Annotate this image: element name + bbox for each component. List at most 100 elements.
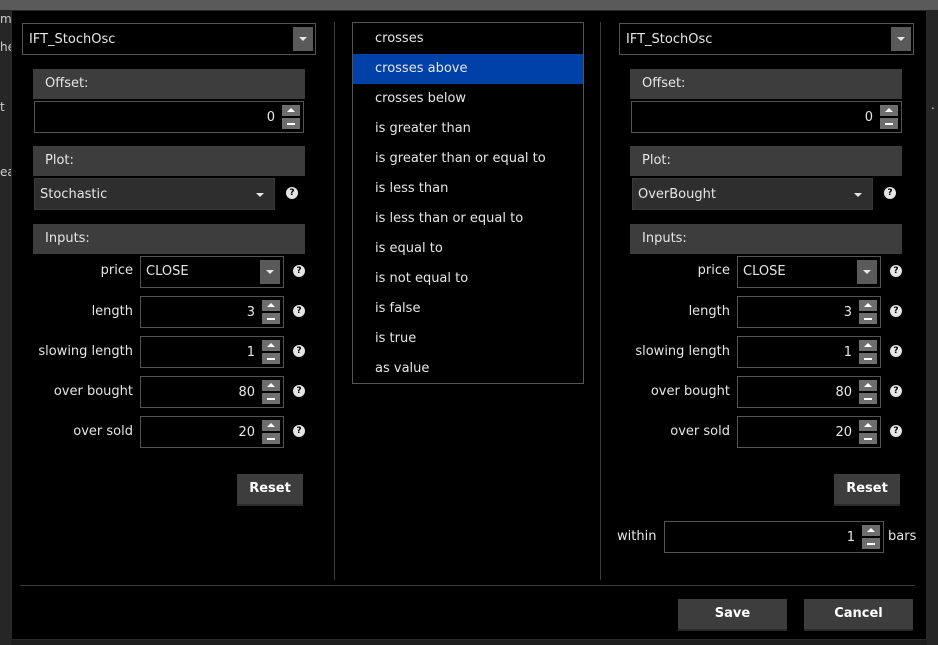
increment-icon[interactable] xyxy=(262,380,280,391)
right-offset-header: Offset: xyxy=(630,69,902,99)
left-over-bought-input[interactable]: 80 xyxy=(140,376,284,408)
help-icon[interactable]: ? xyxy=(890,425,902,437)
increment-icon[interactable] xyxy=(859,420,877,431)
field-value: 80 xyxy=(238,385,255,400)
condition-list[interactable]: crosses crosses above crosses below is g… xyxy=(352,22,584,384)
list-item[interactable]: crosses below xyxy=(353,84,583,114)
dropdown-button[interactable] xyxy=(891,27,911,51)
right-slowing-length-input[interactable]: 1 xyxy=(737,336,881,368)
help-icon[interactable]: ? xyxy=(890,385,902,397)
right-study-select[interactable]: IFT_StochOsc xyxy=(619,23,914,55)
dropdown-button[interactable] xyxy=(260,260,280,284)
list-item[interactable]: is not equal to xyxy=(353,264,583,294)
left-study-value: IFT_StochOsc xyxy=(29,32,116,47)
help-icon[interactable]: ? xyxy=(884,187,896,199)
list-item[interactable]: is less than xyxy=(353,174,583,204)
divider xyxy=(20,585,915,586)
help-icon[interactable]: ? xyxy=(890,345,902,357)
dropdown-button[interactable] xyxy=(293,27,313,51)
within-spinner[interactable] xyxy=(862,525,880,549)
length-spinner[interactable] xyxy=(859,300,877,324)
oversold-spinner[interactable] xyxy=(859,420,877,444)
price-label: price xyxy=(100,263,133,278)
increment-icon[interactable] xyxy=(859,340,877,351)
left-inputs-header: Inputs: xyxy=(33,224,305,254)
list-item[interactable]: is false xyxy=(353,294,583,324)
dropdown-button[interactable] xyxy=(857,260,877,284)
list-item[interactable]: is equal to xyxy=(353,234,583,264)
list-item[interactable]: is greater than xyxy=(353,114,583,144)
list-item[interactable]: as value xyxy=(353,354,583,384)
right-reset-button[interactable]: Reset xyxy=(834,474,900,506)
left-price-select[interactable]: CLOSE xyxy=(140,256,284,288)
overbought-spinner[interactable] xyxy=(859,380,877,404)
help-icon[interactable]: ? xyxy=(890,305,902,317)
right-offset-input[interactable]: 0 xyxy=(631,101,902,133)
decrement-icon[interactable] xyxy=(859,313,877,324)
left-offset-input[interactable]: 0 xyxy=(34,101,304,133)
right-price-select[interactable]: CLOSE xyxy=(737,256,881,288)
item-label: crosses below xyxy=(375,91,467,106)
offset-spinner[interactable] xyxy=(880,105,898,129)
list-item-selected[interactable]: crosses above xyxy=(353,54,583,84)
decrement-icon[interactable] xyxy=(282,118,300,129)
chevron-down-icon xyxy=(863,270,871,274)
decrement-icon[interactable] xyxy=(262,313,280,324)
help-icon[interactable]: ? xyxy=(293,425,305,437)
help-icon[interactable]: ? xyxy=(890,265,902,277)
left-plot-select[interactable]: Stochastic xyxy=(34,178,275,210)
field-value: 3 xyxy=(246,305,255,320)
right-plot-select[interactable]: OverBought xyxy=(632,178,873,210)
increment-icon[interactable] xyxy=(262,420,280,431)
within-bars-input[interactable]: 1 xyxy=(664,521,884,553)
decrement-icon[interactable] xyxy=(262,433,280,444)
oversold-spinner[interactable] xyxy=(262,420,280,444)
help-icon[interactable]: ? xyxy=(286,187,298,199)
left-study-select[interactable]: IFT_StochOsc xyxy=(22,23,316,55)
increment-icon[interactable] xyxy=(859,380,877,391)
cancel-button[interactable]: Cancel xyxy=(804,599,913,631)
list-item[interactable]: is greater than or equal to xyxy=(353,144,583,174)
help-icon[interactable]: ? xyxy=(293,265,305,277)
left-over-sold-input[interactable]: 20 xyxy=(140,416,284,448)
over-sold-label: over sold xyxy=(73,424,133,439)
left-length-input[interactable]: 3 xyxy=(140,296,284,328)
overbought-spinner[interactable] xyxy=(262,380,280,404)
offset-spinner[interactable] xyxy=(282,105,300,129)
slowing-spinner[interactable] xyxy=(859,340,877,364)
left-reset-button[interactable]: Reset xyxy=(237,474,303,506)
help-icon[interactable]: ? xyxy=(293,305,305,317)
help-icon[interactable]: ? xyxy=(293,385,305,397)
slowing-spinner[interactable] xyxy=(262,340,280,364)
help-icon[interactable]: ? xyxy=(293,345,305,357)
increment-icon[interactable] xyxy=(862,525,880,536)
right-length-input[interactable]: 3 xyxy=(737,296,881,328)
increment-icon[interactable] xyxy=(880,105,898,116)
divider xyxy=(600,22,601,580)
list-item[interactable]: crosses xyxy=(353,24,583,54)
list-item[interactable]: is less than or equal to xyxy=(353,204,583,234)
decrement-icon[interactable] xyxy=(859,393,877,404)
increment-icon[interactable] xyxy=(262,300,280,311)
left-slowing-length-input[interactable]: 1 xyxy=(140,336,284,368)
decrement-icon[interactable] xyxy=(880,118,898,129)
right-study-value: IFT_StochOsc xyxy=(626,32,713,47)
decrement-icon[interactable] xyxy=(859,353,877,364)
increment-icon[interactable] xyxy=(282,105,300,116)
item-label: is not equal to xyxy=(375,271,469,286)
increment-icon[interactable] xyxy=(859,300,877,311)
decrement-icon[interactable] xyxy=(862,538,880,549)
plot-value: Stochastic xyxy=(40,187,108,202)
list-item[interactable]: is true xyxy=(353,324,583,354)
field-value: 20 xyxy=(835,425,852,440)
right-over-bought-input[interactable]: 80 xyxy=(737,376,881,408)
length-spinner[interactable] xyxy=(262,300,280,324)
decrement-icon[interactable] xyxy=(262,353,280,364)
increment-icon[interactable] xyxy=(262,340,280,351)
right-over-sold-input[interactable]: 20 xyxy=(737,416,881,448)
decrement-icon[interactable] xyxy=(859,433,877,444)
over-bought-label: over bought xyxy=(53,384,133,399)
decrement-icon[interactable] xyxy=(262,393,280,404)
item-label: is false xyxy=(375,301,421,316)
save-button[interactable]: Save xyxy=(678,599,787,631)
